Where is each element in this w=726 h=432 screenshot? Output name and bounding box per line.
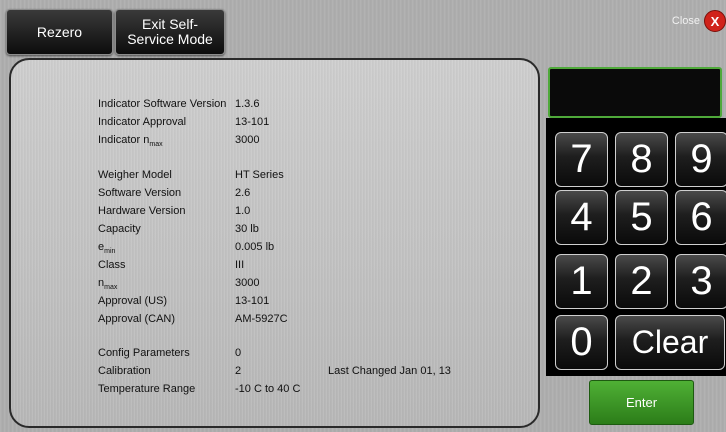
exit-label-line1: Exit Self-	[141, 16, 198, 32]
enter-button[interactable]: Enter	[589, 380, 694, 425]
info-label: Software Version	[98, 187, 181, 199]
info-label-text: Class	[98, 259, 126, 271]
info-label-text: Temperature Range	[98, 383, 196, 395]
info-label: Indicator Software Version	[98, 98, 226, 110]
info-extra: Last Changed Jan 01, 13	[328, 365, 451, 377]
info-value: III	[235, 259, 245, 271]
info-value: 3000	[235, 134, 260, 146]
info-label: Indicator Approval	[98, 116, 186, 128]
exit-self-service-button[interactable]: Exit Self- Service Mode	[115, 9, 225, 55]
key-3[interactable]: 3	[675, 254, 726, 309]
info-value: 2.6	[235, 187, 251, 199]
info-value: HT Series	[235, 169, 284, 181]
info-label-text: Calibration	[98, 365, 151, 377]
exit-self-service-label: Exit Self- Service Mode	[127, 17, 213, 47]
rezero-label: Rezero	[36, 23, 83, 40]
key-6[interactable]: 6	[675, 190, 726, 245]
info-label-subscript: max	[149, 141, 163, 149]
info-label-subscript: max	[104, 284, 118, 292]
info-value: 2	[235, 365, 242, 377]
info-label: Capacity	[98, 223, 141, 235]
info-value: 13-101	[235, 295, 270, 307]
info-value: 1.3.6	[235, 98, 260, 110]
key-9[interactable]: 9	[675, 132, 726, 187]
info-label: Calibration	[98, 365, 151, 377]
info-value: AM-5927C	[235, 313, 288, 325]
info-label: nmax	[98, 277, 117, 291]
key-0[interactable]: 0	[555, 315, 608, 370]
info-label: Hardware Version	[98, 205, 185, 217]
info-label-text: Software Version	[98, 187, 182, 199]
key-1[interactable]: 1	[555, 254, 608, 309]
close-icon[interactable]: X	[704, 10, 726, 32]
info-label-text: Hardware Version	[98, 205, 186, 217]
info-label: Approval (CAN)	[98, 313, 175, 325]
info-label: Temperature Range	[98, 383, 195, 395]
clear-button[interactable]: Clear	[615, 315, 725, 370]
device-info-panel: Indicator Software Version 1.3.6 Indicator…	[9, 58, 540, 428]
key-4[interactable]: 4	[555, 190, 608, 245]
info-value: 0	[235, 347, 242, 359]
info-label: Weigher Model	[98, 169, 172, 181]
info-label-text: Config Parameters	[98, 347, 190, 359]
info-value: -10 C to 40 C	[235, 383, 301, 395]
keypad-display[interactable]	[548, 67, 722, 118]
info-label: Class	[98, 259, 126, 271]
info-label-text: Approval (US)	[98, 295, 168, 307]
info-value: 3000	[235, 277, 260, 289]
info-label-text: Indicator n	[98, 134, 150, 146]
key-8[interactable]: 8	[615, 132, 668, 187]
info-value: 30 lb	[235, 223, 259, 235]
info-value: 0.005 lb	[235, 241, 275, 253]
rezero-button[interactable]: Rezero	[6, 9, 113, 55]
info-label: Approval (US)	[98, 295, 167, 307]
exit-label-line2: Service Mode	[127, 31, 213, 47]
info-label-text: Approval (CAN)	[98, 313, 176, 325]
key-7[interactable]: 7	[555, 132, 608, 187]
info-label-text: Capacity	[98, 223, 141, 235]
key-2[interactable]: 2	[615, 254, 668, 309]
close-button[interactable]: Close X	[672, 10, 726, 32]
key-5[interactable]: 5	[615, 190, 668, 245]
info-label-subscript: min	[104, 248, 116, 256]
info-label: emin	[98, 241, 115, 255]
info-label: Indicator nmax	[98, 134, 163, 148]
info-label-text: Indicator Approval	[98, 116, 187, 128]
info-label: Config Parameters	[98, 347, 190, 359]
info-label-text: Weigher Model	[98, 169, 172, 181]
info-value: 1.0	[235, 205, 251, 217]
info-value: 13-101	[235, 116, 270, 128]
info-label-text: Indicator Software Version	[98, 98, 227, 110]
close-label: Close	[671, 15, 700, 27]
